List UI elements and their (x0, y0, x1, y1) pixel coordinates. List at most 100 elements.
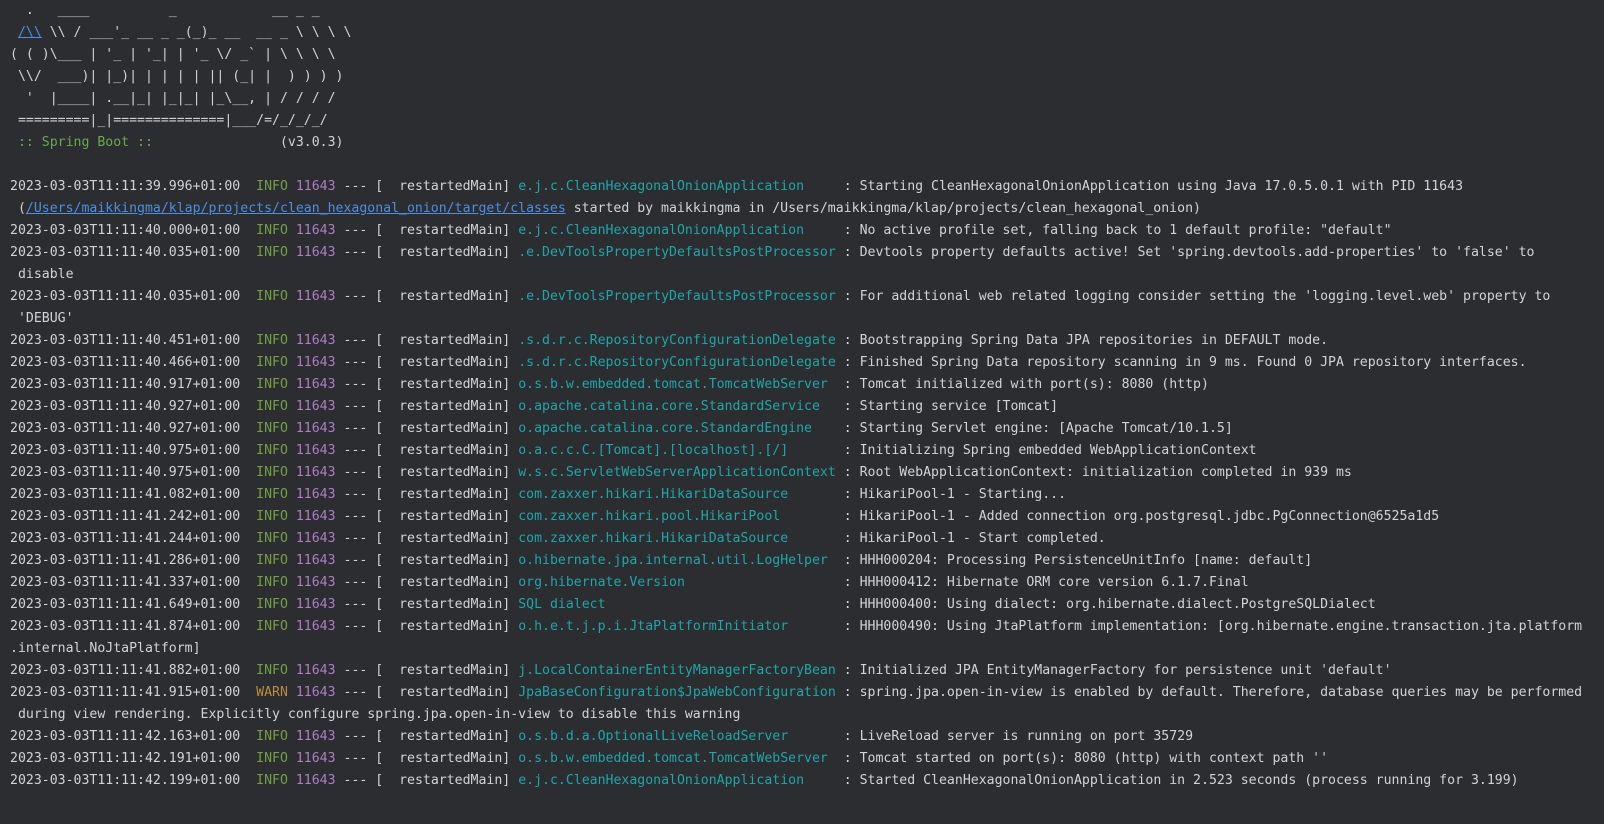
log-line: 2023-03-03T11:11:41.915+01:00 WARN 11643… (10, 682, 1604, 704)
banner-line: . ____ _ __ _ _ (10, 3, 320, 18)
log-message: : HikariPool-1 - Added connection org.po… (835, 509, 1440, 524)
log-line: 2023-03-03T11:11:40.975+01:00 INFO 11643… (10, 462, 1604, 484)
log-thread: --- [ restartedMain] (335, 553, 519, 568)
console-output[interactable]: . ____ _ __ _ _ /\\ \\ / ___'_ __ _ _(_)… (0, 0, 1604, 824)
log-line: 2023-03-03T11:11:40.917+01:00 INFO 11643… (10, 374, 1604, 396)
log-logger: o.s.b.w.embedded.tomcat.TomcatWebServer (518, 377, 836, 392)
log-message: : LiveReload server is running on port 3… (835, 729, 1194, 744)
log-line: 2023-03-03T11:11:41.242+01:00 INFO 11643… (10, 506, 1604, 528)
log-level: INFO (256, 597, 288, 612)
log-timestamp: 2023-03-03T11:11:40.917+01:00 (10, 377, 241, 392)
log-logger: e.j.c.CleanHexagonalOnionApplication (518, 773, 836, 788)
log-line: 2023-03-03T11:11:41.244+01:00 INFO 11643… (10, 528, 1604, 550)
log-pid: 11643 (295, 223, 336, 238)
log-logger: com.zaxxer.hikari.pool.HikariPool (518, 509, 836, 524)
log-line: 2023-03-03T11:11:41.649+01:00 INFO 11643… (10, 594, 1604, 616)
log-lines: 2023-03-03T11:11:39.996+01:00 INFO 11643… (10, 176, 1604, 792)
log-timestamp: 2023-03-03T11:11:40.975+01:00 (10, 465, 241, 480)
continuation-text: started by maikkingma in /Users/maikking… (565, 201, 1201, 216)
log-thread: --- [ restartedMain] (335, 223, 519, 238)
log-pid: 11643 (295, 575, 336, 590)
log-pid: 11643 (295, 773, 336, 788)
log-thread: --- [ restartedMain] (335, 179, 519, 194)
log-thread: --- [ restartedMain] (335, 773, 519, 788)
log-line: 2023-03-03T11:11:40.975+01:00 INFO 11643… (10, 440, 1604, 462)
banner-line: ' |____| .__|_| |_|_| |_\__, | / / / / (10, 91, 336, 106)
log-level: INFO (256, 179, 288, 194)
log-line: 2023-03-03T11:11:40.451+01:00 INFO 11643… (10, 330, 1604, 352)
continuation-text: disable (10, 267, 74, 282)
log-timestamp: 2023-03-03T11:11:42.199+01:00 (10, 773, 241, 788)
log-line-continuation: disable (10, 264, 1604, 286)
log-logger: o.s.b.d.a.OptionalLiveReloadServer (518, 729, 836, 744)
spring-boot-label: :: Spring Boot :: (10, 135, 161, 150)
log-level: INFO (256, 377, 288, 392)
log-thread: --- [ restartedMain] (335, 355, 519, 370)
log-timestamp: 2023-03-03T11:11:41.082+01:00 (10, 487, 241, 502)
log-message: : Starting service [Tomcat] (835, 399, 1059, 414)
log-pid: 11643 (295, 465, 336, 480)
log-level: WARN (256, 685, 288, 700)
log-line-continuation: during view rendering. Explicitly config… (10, 704, 1604, 726)
log-level: INFO (256, 465, 288, 480)
log-level: INFO (256, 355, 288, 370)
log-thread: --- [ restartedMain] (335, 597, 519, 612)
log-line: 2023-03-03T11:11:40.035+01:00 INFO 11643… (10, 286, 1604, 308)
log-logger: com.zaxxer.hikari.HikariDataSource (518, 531, 836, 546)
log-logger: w.s.c.ServletWebServerApplicationContext (518, 465, 836, 480)
log-message: : For additional web related logging con… (835, 289, 1551, 304)
log-line: 2023-03-03T11:11:41.082+01:00 INFO 11643… (10, 484, 1604, 506)
log-thread: --- [ restartedMain] (335, 377, 519, 392)
log-line: 2023-03-03T11:11:40.000+01:00 INFO 11643… (10, 220, 1604, 242)
log-pid: 11643 (295, 179, 336, 194)
log-message: : HikariPool-1 - Starting... (835, 487, 1067, 502)
log-timestamp: 2023-03-03T11:11:41.337+01:00 (10, 575, 241, 590)
log-line-continuation: 'DEBUG' (10, 308, 1604, 330)
log-thread: --- [ restartedMain] (335, 399, 519, 414)
log-logger: .s.d.r.c.RepositoryConfigurationDelegate (518, 355, 836, 370)
log-logger: .e.DevToolsPropertyDefaultsPostProcessor (518, 245, 836, 260)
log-pid: 11643 (295, 685, 336, 700)
log-line: 2023-03-03T11:11:40.927+01:00 INFO 11643… (10, 418, 1604, 440)
log-line: 2023-03-03T11:11:41.882+01:00 INFO 11643… (10, 660, 1604, 682)
log-level: INFO (256, 575, 288, 590)
log-line: 2023-03-03T11:11:40.035+01:00 INFO 11643… (10, 242, 1604, 264)
log-logger: e.j.c.CleanHexagonalOnionApplication (518, 223, 836, 238)
classpath-link[interactable]: /Users/maikkingma/klap/projects/clean_he… (26, 201, 566, 216)
banner-line: =========|_|==============|___/=/_/_/_/ (10, 113, 328, 128)
log-pid: 11643 (295, 597, 336, 612)
log-level: INFO (256, 245, 288, 260)
log-logger: o.a.c.c.C.[Tomcat].[localhost].[/] (518, 443, 836, 458)
log-timestamp: 2023-03-03T11:11:41.649+01:00 (10, 597, 241, 612)
log-thread: --- [ restartedMain] (335, 751, 519, 766)
log-timestamp: 2023-03-03T11:11:40.000+01:00 (10, 223, 241, 238)
log-timestamp: 2023-03-03T11:11:40.975+01:00 (10, 443, 241, 458)
log-message: : HHH000412: Hibernate ORM core version … (835, 575, 1249, 590)
log-line: 2023-03-03T11:11:42.163+01:00 INFO 11643… (10, 726, 1604, 748)
log-logger: SQL dialect (518, 597, 836, 612)
log-logger: j.LocalContainerEntityManagerFactoryBean (518, 663, 836, 678)
log-pid: 11643 (295, 663, 336, 678)
log-line: 2023-03-03T11:11:42.191+01:00 INFO 11643… (10, 748, 1604, 770)
log-level: INFO (256, 487, 288, 502)
log-timestamp: 2023-03-03T11:11:39.996+01:00 (10, 179, 241, 194)
log-message: : Finished Spring Data repository scanni… (835, 355, 1527, 370)
log-line-continuation: (/Users/maikkingma/klap/projects/clean_h… (10, 198, 1604, 220)
log-pid: 11643 (295, 487, 336, 502)
banner-line: /\\ \\ / ___'_ __ _ _(_)_ __ __ _ \ \ \ … (10, 22, 1604, 44)
log-thread: --- [ restartedMain] (335, 333, 519, 348)
continuation-prefix: ( (10, 201, 26, 216)
log-logger: .s.d.r.c.RepositoryConfigurationDelegate (518, 333, 836, 348)
banner-link[interactable]: /\\ (18, 25, 42, 40)
log-level: INFO (256, 509, 288, 524)
log-thread: --- [ restartedMain] (335, 289, 519, 304)
log-message: : Starting Servlet engine: [Apache Tomca… (835, 421, 1233, 436)
log-message: : Tomcat started on port(s): 8080 (http)… (835, 751, 1329, 766)
log-message: : HHH000204: Processing PersistenceUnitI… (835, 553, 1313, 568)
log-message: : Bootstrapping Spring Data JPA reposito… (835, 333, 1329, 348)
log-logger: o.apache.catalina.core.StandardEngine (518, 421, 836, 436)
log-pid: 11643 (295, 377, 336, 392)
log-message: : HikariPool-1 - Start completed. (835, 531, 1106, 546)
log-thread: --- [ restartedMain] (335, 531, 519, 546)
